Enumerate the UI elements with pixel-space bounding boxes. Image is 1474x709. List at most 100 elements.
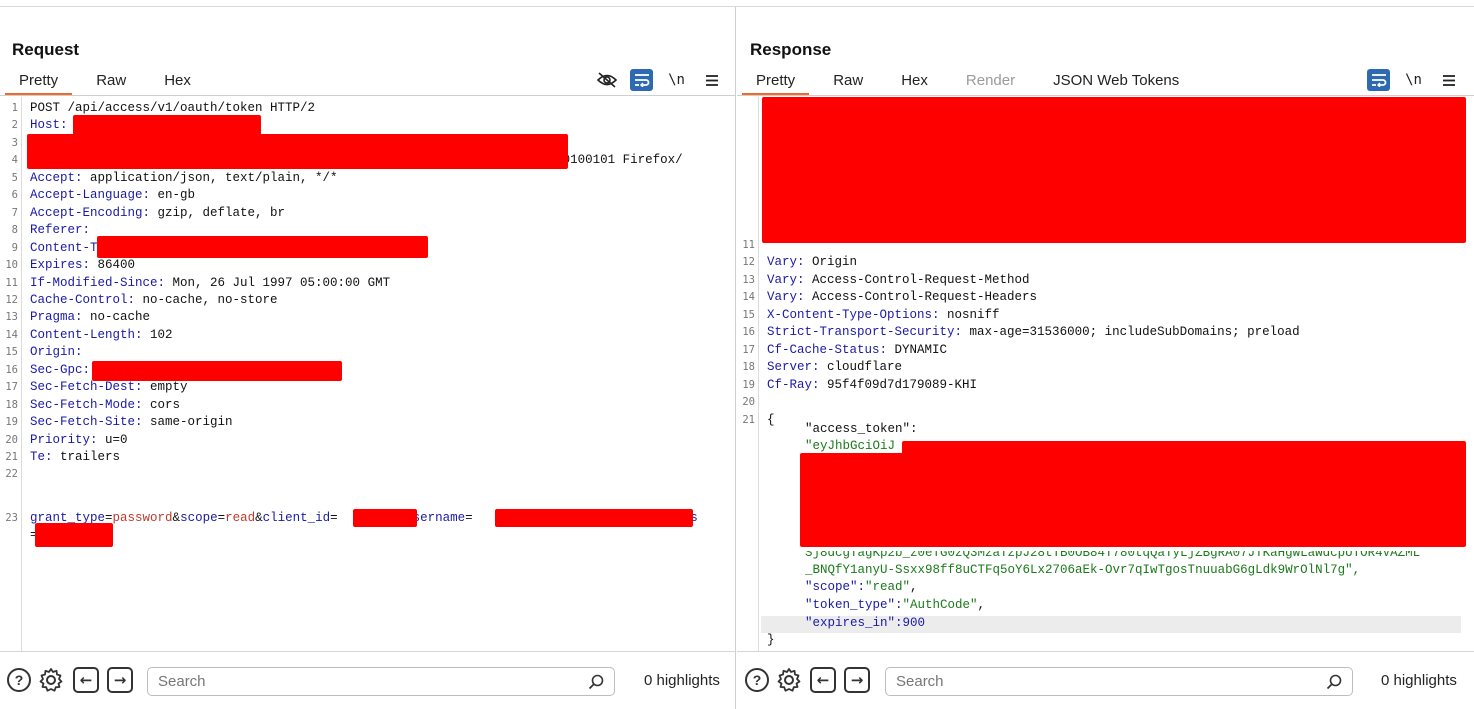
line-number: 17 [742, 343, 755, 356]
search-input[interactable] [148, 668, 614, 695]
code-line: X-Content-Type-Options: nosniff [767, 307, 1000, 324]
code-line: If-Modified-Since: Mon, 26 Jul 1997 05:0… [30, 275, 390, 292]
tab-render[interactable]: Render [952, 69, 1029, 96]
json-expires-in-line: "expires_in":900 [805, 615, 925, 632]
header-value: 86400 [90, 258, 136, 273]
settings-button[interactable] [776, 667, 802, 693]
help-button[interactable]: ? [6, 667, 32, 693]
line-number: 9 [11, 241, 18, 254]
hamburger-icon [705, 74, 718, 86]
next-match-button[interactable]: → [844, 667, 870, 693]
response-search-bar: ? ← → 0 highlights [737, 651, 1474, 709]
response-editor-toolbar: \n [1367, 69, 1460, 91]
line-number: 15 [742, 308, 755, 321]
word-wrap-button[interactable] [1367, 69, 1390, 91]
header-name: Content-Length: [30, 327, 143, 342]
word-wrap-button[interactable] [630, 69, 653, 91]
response-editor[interactable]: 11 12 Vary: Origin 13 Vary: Access-Control-R… [737, 97, 1474, 651]
code-line: Vary: Access-Control-Request-Method [767, 272, 1030, 289]
newline-toggle-button[interactable]: \n [1402, 69, 1425, 91]
tab-pretty[interactable]: Pretty [5, 69, 73, 96]
header-name: Sec-Fetch-Site: [30, 415, 143, 430]
gear-icon [39, 668, 63, 692]
header-name: Strict-Transport-Security: [767, 325, 963, 340]
menu-button[interactable] [1437, 69, 1460, 91]
hide-nonprinting-button[interactable] [595, 69, 618, 91]
line-number: 4 [11, 154, 18, 167]
code-line: Te: trailers [30, 449, 120, 466]
panel-title: Response [750, 40, 832, 59]
line-number: 18 [5, 398, 18, 411]
code-line: Sec-Fetch-Dest: empty [30, 379, 188, 396]
response-tabs: Pretty Raw Hex Render JSON Web Tokens [742, 69, 1193, 96]
question-icon: ? [7, 668, 31, 692]
param-key: client_id [262, 511, 331, 525]
json-key: "expires_in": [805, 616, 903, 630]
line-number: 15 [5, 346, 18, 359]
code-line: Content-Length: 102 [30, 327, 173, 344]
next-match-button[interactable]: → [107, 667, 133, 693]
tab-pretty[interactable]: Pretty [742, 69, 810, 96]
settings-button[interactable] [38, 667, 64, 693]
header-name: Origin: [30, 345, 83, 360]
request-search-bar: ? ← → 0 highlights [0, 651, 735, 709]
help-button[interactable]: ? [744, 667, 770, 693]
line-number: 20 [5, 433, 18, 446]
line-number: 2 [11, 119, 18, 132]
code-line: Priority: u=0 [30, 432, 128, 449]
line-number: 6 [11, 189, 18, 202]
header-value: Access-Control-Request-Method [804, 272, 1030, 287]
tab-hex[interactable]: Hex [887, 69, 942, 96]
header-name: Vary: [767, 290, 805, 305]
redacted-origin [92, 361, 342, 381]
header-name: Referer: [30, 223, 91, 238]
search-input[interactable] [886, 668, 1352, 695]
code-line: Accept-Encoding: gzip, deflate, br [30, 205, 285, 222]
line-number: 23 [5, 512, 18, 524]
header-name: Sec-Fetch-Mode: [30, 397, 143, 412]
code-line: Server: cloudflare [767, 359, 902, 376]
tab-raw[interactable]: Raw [819, 69, 877, 96]
header-name: Server: [767, 360, 820, 375]
header-name: Sec-Fetch-Dest: [30, 380, 143, 395]
line-number: 10 [5, 259, 18, 272]
wrap-icon [634, 74, 649, 87]
tab-raw[interactable]: Raw [82, 69, 140, 96]
search-field[interactable] [885, 667, 1353, 696]
search-field[interactable] [147, 667, 615, 696]
previous-match-button[interactable]: ← [73, 667, 99, 693]
header-name: X-Content-Type-Options: [767, 307, 940, 322]
code-line: Accept: application/json, text/plain, */… [30, 170, 338, 187]
line-number: 12 [742, 256, 755, 269]
newline-toggle-button[interactable]: \n [665, 69, 688, 91]
request-editor[interactable]: 1 POST /api/access/v1/oauth/token HTTP/2 2… [0, 97, 735, 651]
line-number: 11 [5, 276, 18, 289]
json-token-tail: Sj8dcgTagKp2b_z0eTG0zQ3MzaTzpJ28tTB0OB84… [805, 546, 1421, 560]
code-line: Cf-Ray: 95f4f09d7d179089-KHI [767, 377, 977, 394]
code-line: Referer: [30, 222, 90, 239]
header-value: cors [142, 397, 181, 412]
menu-button[interactable] [700, 69, 723, 91]
arrow-right-icon: → [107, 667, 133, 693]
panel-title: Request [12, 40, 80, 59]
redacted-referer [97, 236, 428, 258]
tab-hex[interactable]: Hex [150, 69, 205, 96]
line-number: 22 [5, 468, 18, 481]
tab-json-web-tokens[interactable]: JSON Web Tokens [1039, 69, 1193, 96]
redacted-headers [762, 97, 1466, 243]
header-name: Accept-Language: [30, 188, 151, 203]
previous-match-button[interactable]: ← [810, 667, 836, 693]
header-value: Access-Control-Request-Headers [804, 290, 1038, 305]
highlights-count: 0 highlights [1381, 672, 1457, 689]
arrow-left-icon: ← [810, 667, 836, 693]
line-number: 13 [5, 311, 18, 324]
line-number: 12 [5, 293, 18, 306]
header-value: { [767, 412, 775, 427]
search-icon [1326, 674, 1342, 690]
header-value: Origin [804, 255, 858, 270]
line-gutter [737, 97, 759, 651]
code-line: Accept-Language: en-gb [30, 187, 195, 204]
header-name: Te: [30, 450, 53, 464]
header-value: application/json, text/plain, */* [82, 170, 338, 185]
code-line: Sec-Fetch-Site: same-origin [30, 414, 233, 431]
